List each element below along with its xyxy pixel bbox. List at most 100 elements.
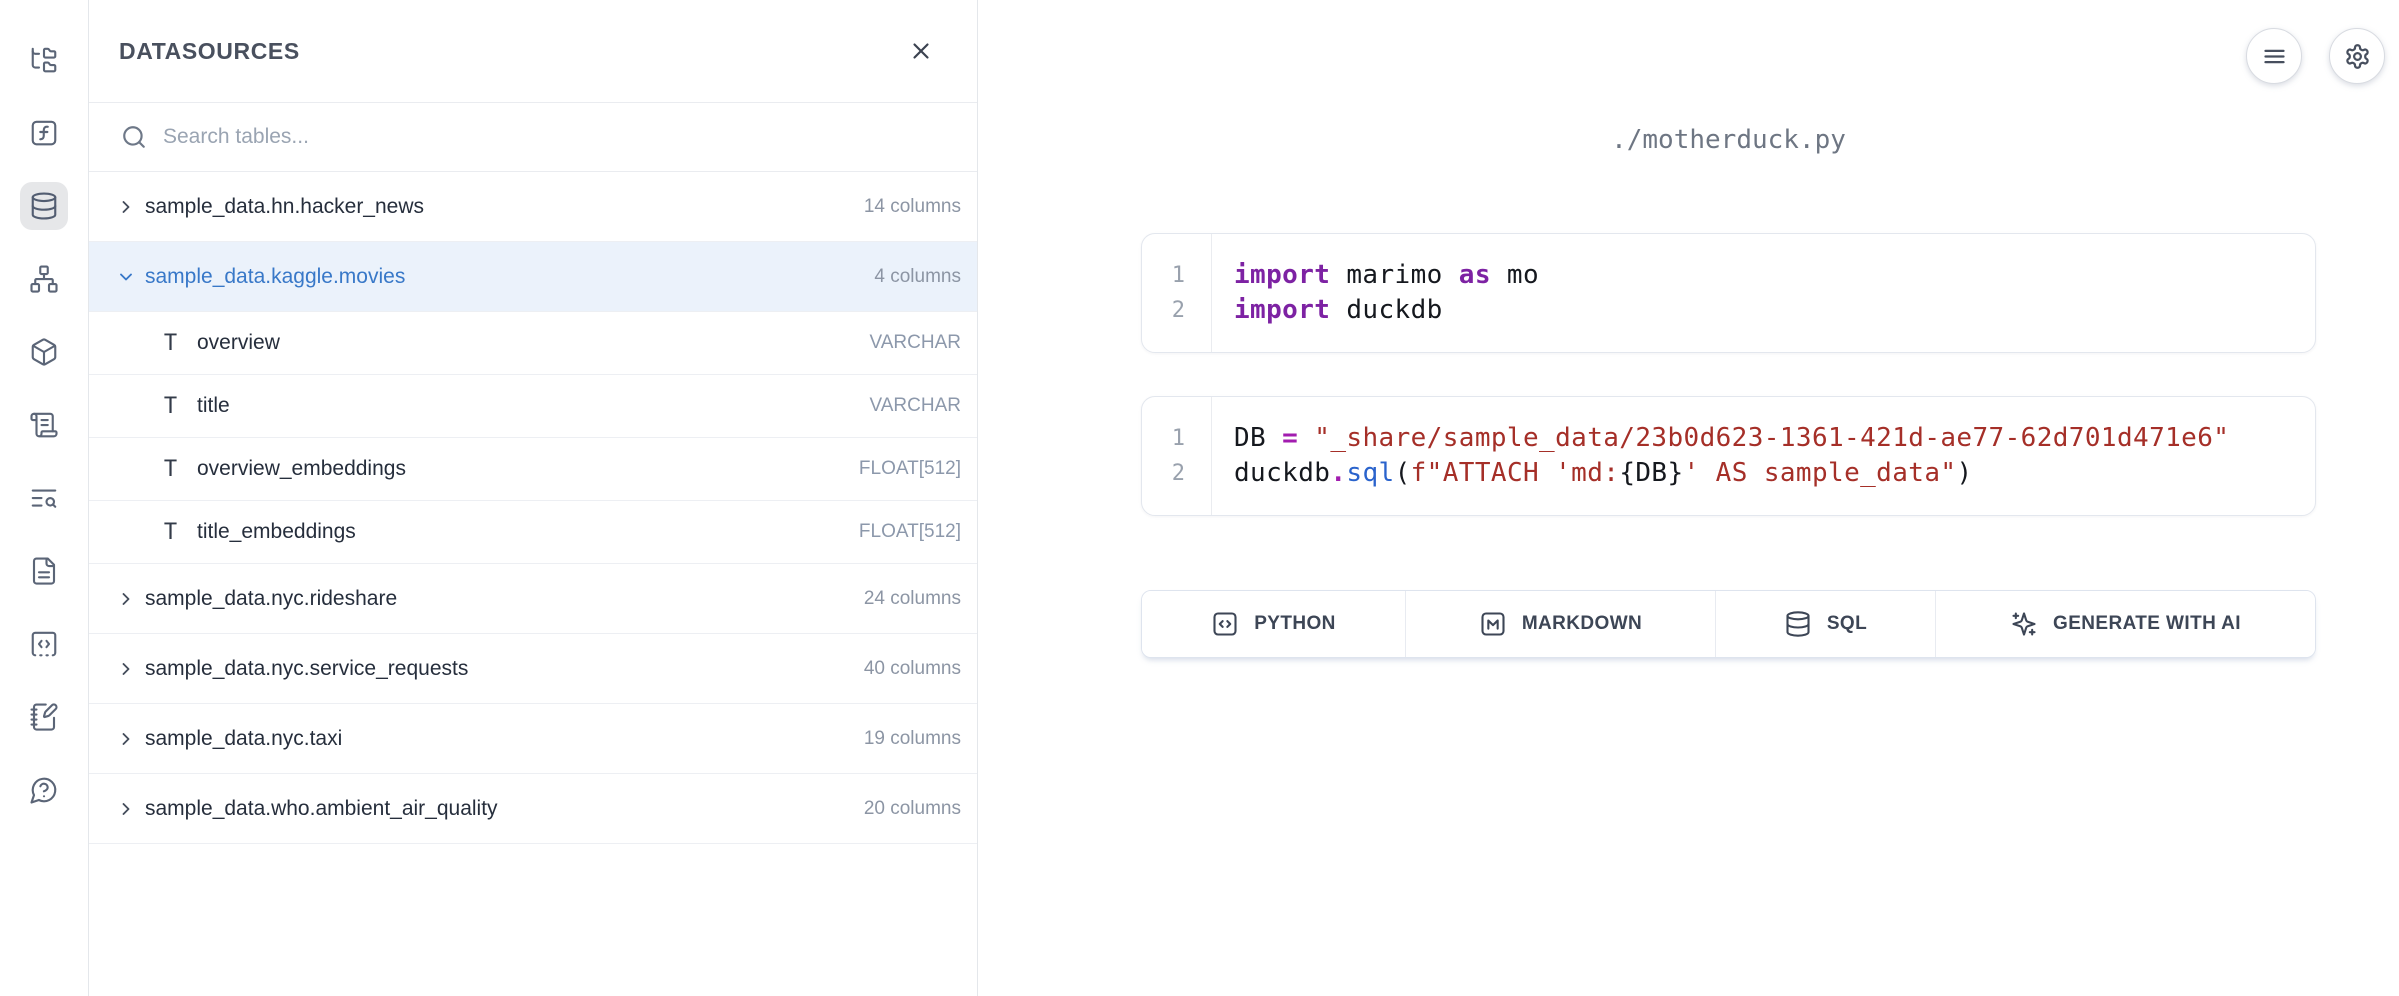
scroll-text-icon: [29, 410, 59, 440]
text-type-icon: T: [162, 394, 179, 419]
help-chat-icon: [29, 775, 59, 805]
sidebar-item-packages[interactable]: [20, 328, 68, 376]
cell-code-editor[interactable]: DB = "_share/sample_data/23b0d623-1361-4…: [1212, 397, 2229, 515]
file-text-icon: [29, 556, 59, 586]
line-number: 1: [1142, 421, 1185, 456]
activity-rail: [0, 0, 89, 996]
search-icon: [121, 124, 147, 150]
column-type: FLOAT[512]: [859, 458, 961, 480]
search-row: [89, 103, 977, 172]
notebook-content: ./motherduck.py 12import marimo as moimp…: [1141, 125, 2316, 658]
app-window: DATASOURCES sample_data.hn.hacker_news14…: [0, 0, 2399, 996]
code-square-icon: [1211, 610, 1239, 638]
table-name: sample_data.hn.hacker_news: [145, 195, 855, 219]
table-row[interactable]: sample_data.who.ambient_air_quality 20 co…: [89, 774, 977, 844]
sparkles-icon: [2010, 610, 2038, 638]
column-row[interactable]: ToverviewVARCHAR: [89, 312, 977, 375]
add-cell-label: PYTHON: [1254, 613, 1336, 635]
add-cell-sql-button[interactable]: SQL: [1716, 591, 1936, 657]
markdown-square-icon: [1479, 610, 1507, 638]
notebook-actions: [2246, 28, 2385, 84]
table-row[interactable]: sample_data.kaggle.movies 4 columns: [89, 242, 977, 312]
function-square-icon: [29, 118, 59, 148]
table-row[interactable]: sample_data.nyc.taxi19 columns: [89, 704, 977, 774]
add-cell-python-button[interactable]: PYTHON: [1142, 591, 1406, 657]
sidebar-item-variables[interactable]: [20, 109, 68, 157]
column-type: FLOAT[512]: [859, 521, 961, 543]
column-name: overview_embeddings: [197, 457, 841, 481]
text-search-icon: [29, 483, 59, 513]
code-cell[interactable]: 12 DB = "_share/sample_data/23b0d623-1361…: [1141, 396, 2316, 516]
line-number: 2: [1142, 293, 1185, 328]
table-name: sample_data.who.ambient_air_quality: [145, 797, 855, 821]
menu-icon: [2261, 43, 2288, 70]
add-cell-markdown-button[interactable]: MARKDOWN: [1406, 591, 1716, 657]
code-line: DB = "_share/sample_data/23b0d623-1361-4…: [1234, 421, 2229, 456]
close-icon: [908, 38, 934, 64]
column-row[interactable]: Ttitle VARCHAR: [89, 375, 977, 438]
table-column-count: 4 columns: [874, 266, 961, 288]
column-name: title_embeddings: [197, 520, 841, 544]
box-icon: [29, 337, 59, 367]
sidebar-item-datasources[interactable]: [20, 182, 68, 230]
table-row[interactable]: sample_data.nyc.rideshare 24 columns: [89, 564, 977, 634]
sidebar-item-snippets[interactable]: [20, 620, 68, 668]
column-row[interactable]: Ttitle_embeddings FLOAT[512]: [89, 501, 977, 564]
line-number: 2: [1142, 456, 1185, 491]
notebook-menu-button[interactable]: [2246, 28, 2302, 84]
chevron-right-icon: [116, 197, 136, 217]
main-area: ./motherduck.py 12import marimo as moimp…: [978, 0, 2399, 996]
sidebar-item-documentation[interactable]: [20, 547, 68, 595]
code-line: duckdb.sql(f"ATTACH 'md:{DB}' AS sample_…: [1234, 456, 2229, 491]
notebook-filename: ./motherduck.py: [1141, 125, 2316, 155]
search-tables-input[interactable]: [161, 124, 957, 150]
sidebar-item-table-of-contents[interactable]: [20, 474, 68, 522]
sidebar-item-help[interactable]: [20, 766, 68, 814]
sidebar-item-file-explorer[interactable]: [20, 36, 68, 84]
table-column-count: 24 columns: [864, 588, 961, 610]
close-panel-button[interactable]: [903, 33, 939, 69]
notebook-pen-icon: [29, 702, 59, 732]
table-row[interactable]: sample_data.nyc.service_requests 40 colum…: [89, 634, 977, 704]
column-name: overview: [197, 331, 852, 355]
sidebar-item-logs[interactable]: [20, 401, 68, 449]
add-cell-label: MARKDOWN: [1522, 613, 1642, 635]
chevron-down-icon: [116, 267, 136, 287]
table-column-count: 20 columns: [864, 798, 961, 820]
add-cell-generate-with-ai-button[interactable]: GENERATE WITH AI: [1936, 591, 2315, 657]
cell-code-editor[interactable]: import marimo as moimport duckdb: [1212, 234, 1539, 352]
table-row[interactable]: sample_data.hn.hacker_news14 columns: [89, 172, 977, 242]
panel-header: DATASOURCES: [89, 0, 977, 103]
add-cell-label: SQL: [1827, 613, 1867, 635]
line-number-gutter: 12: [1142, 397, 1212, 515]
text-type-icon: T: [162, 520, 179, 545]
database-icon: [1784, 610, 1812, 638]
line-number-gutter: 12: [1142, 234, 1212, 352]
line-number: 1: [1142, 258, 1185, 293]
column-row[interactable]: Toverview_embeddingsFLOAT[512]: [89, 438, 977, 501]
code-square-dashed-icon: [29, 629, 59, 659]
column-type: VARCHAR: [870, 395, 962, 417]
datasources-panel: DATASOURCES sample_data.hn.hacker_news14…: [89, 0, 978, 996]
chevron-right-icon: [116, 589, 136, 609]
table-name: sample_data.nyc.rideshare: [145, 587, 855, 611]
column-name: title: [197, 394, 852, 418]
sidebar-item-scratchpad[interactable]: [20, 693, 68, 741]
network-icon: [29, 264, 59, 294]
database-icon: [29, 191, 59, 221]
add-cell-label: GENERATE WITH AI: [2053, 613, 2241, 635]
chevron-right-icon: [116, 799, 136, 819]
code-line: import marimo as mo: [1234, 258, 1539, 293]
gear-icon: [2344, 43, 2371, 70]
table-column-count: 40 columns: [864, 658, 961, 680]
add-cell-bar: PYTHON MARKDOWN SQL GENERATE WITH AI: [1141, 590, 2316, 658]
column-type: VARCHAR: [870, 332, 962, 354]
cell-list: 12import marimo as moimport duckdb12DB =…: [1141, 233, 2316, 516]
chevron-right-icon: [116, 729, 136, 749]
settings-button[interactable]: [2329, 28, 2385, 84]
table-name: sample_data.kaggle.movies: [145, 265, 865, 289]
table-name: sample_data.nyc.service_requests: [145, 657, 855, 681]
code-cell[interactable]: 12import marimo as moimport duckdb: [1141, 233, 2316, 353]
folder-tree-icon: [29, 45, 59, 75]
sidebar-item-dependency-graph[interactable]: [20, 255, 68, 303]
